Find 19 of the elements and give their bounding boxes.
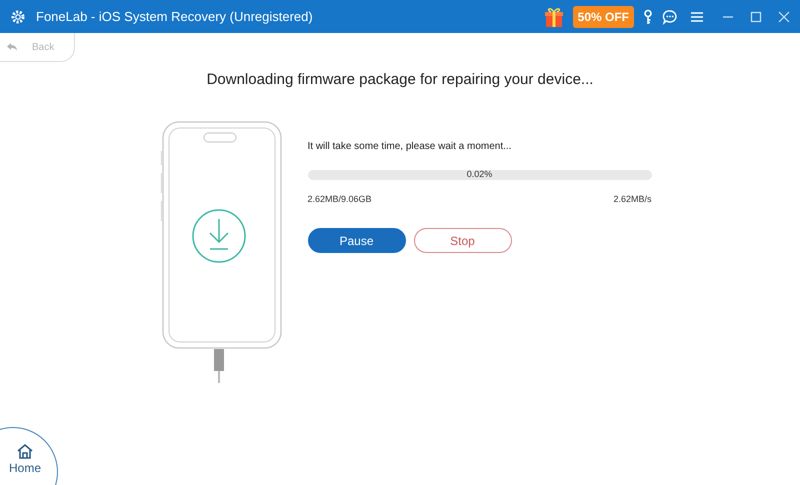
menu-icon[interactable]: [690, 10, 704, 22]
window-title: FoneLab - iOS System Recovery (Unregistered): [36, 8, 313, 26]
wait-message: It will take some time, please wait a moment...: [308, 140, 512, 154]
gift-icon[interactable]: [542, 6, 565, 28]
progress-percent: 0.02%: [466, 168, 492, 181]
stop-button[interactable]: Stop: [414, 228, 512, 253]
discount-badge[interactable]: 50% OFF: [572, 6, 634, 28]
maximize-icon[interactable]: [750, 10, 762, 22]
home-icon: [16, 443, 34, 459]
gear-icon: [10, 8, 26, 24]
key-icon[interactable]: [642, 8, 654, 24]
home-button[interactable]: Home: [0, 427, 58, 485]
close-icon[interactable]: [778, 10, 790, 22]
chat-icon[interactable]: [662, 8, 678, 24]
download-speed: 2.62MB/s: [613, 192, 652, 206]
downloaded-size: 2.62MB/9.06GB: [308, 192, 372, 206]
pause-button[interactable]: Pause: [308, 228, 406, 253]
page-heading: Downloading firmware package for repairing your device...: [206, 70, 594, 90]
back-arrow-icon: [6, 42, 18, 52]
